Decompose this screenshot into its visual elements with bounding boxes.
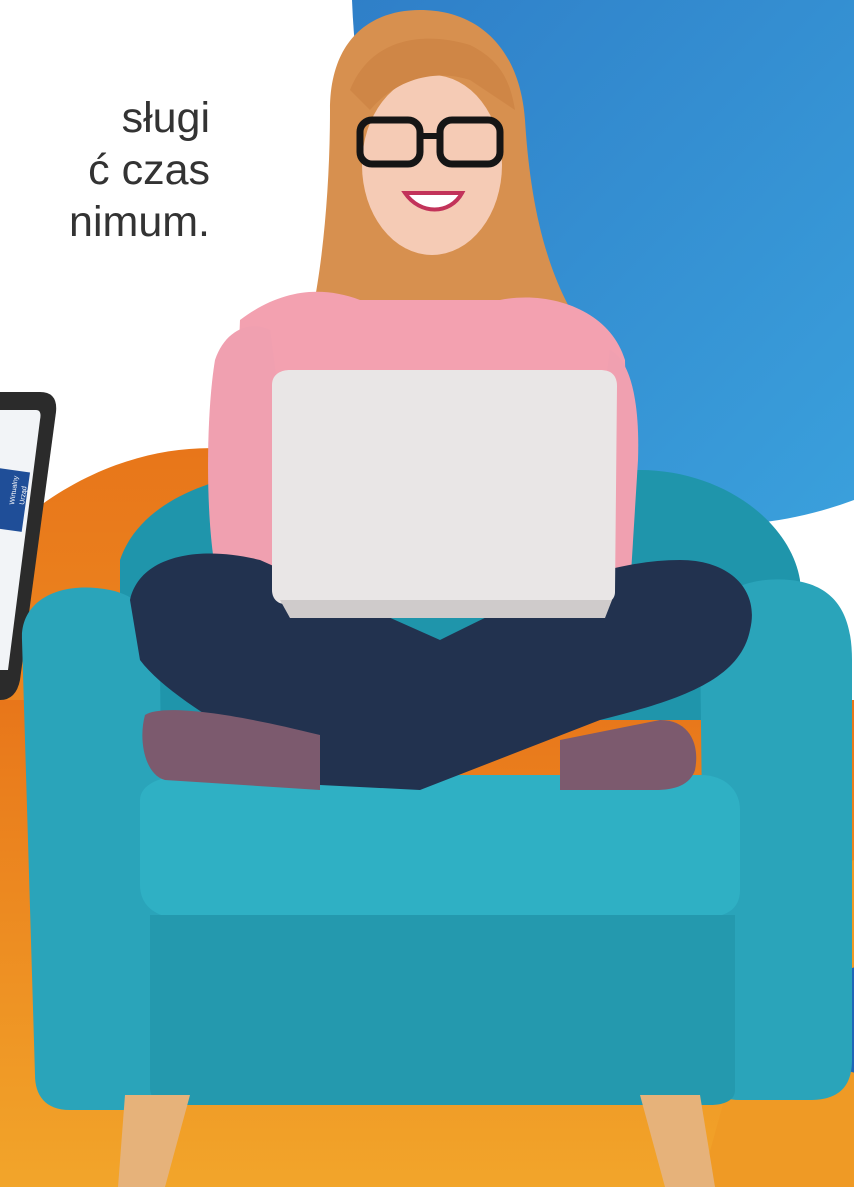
woman-on-armchair-photo: Wirtualny Urząd <box>0 10 854 1187</box>
woman <box>130 10 752 790</box>
promo-banner: sługi ć czas nimum. Wirtualny Urząd <box>0 0 854 1187</box>
